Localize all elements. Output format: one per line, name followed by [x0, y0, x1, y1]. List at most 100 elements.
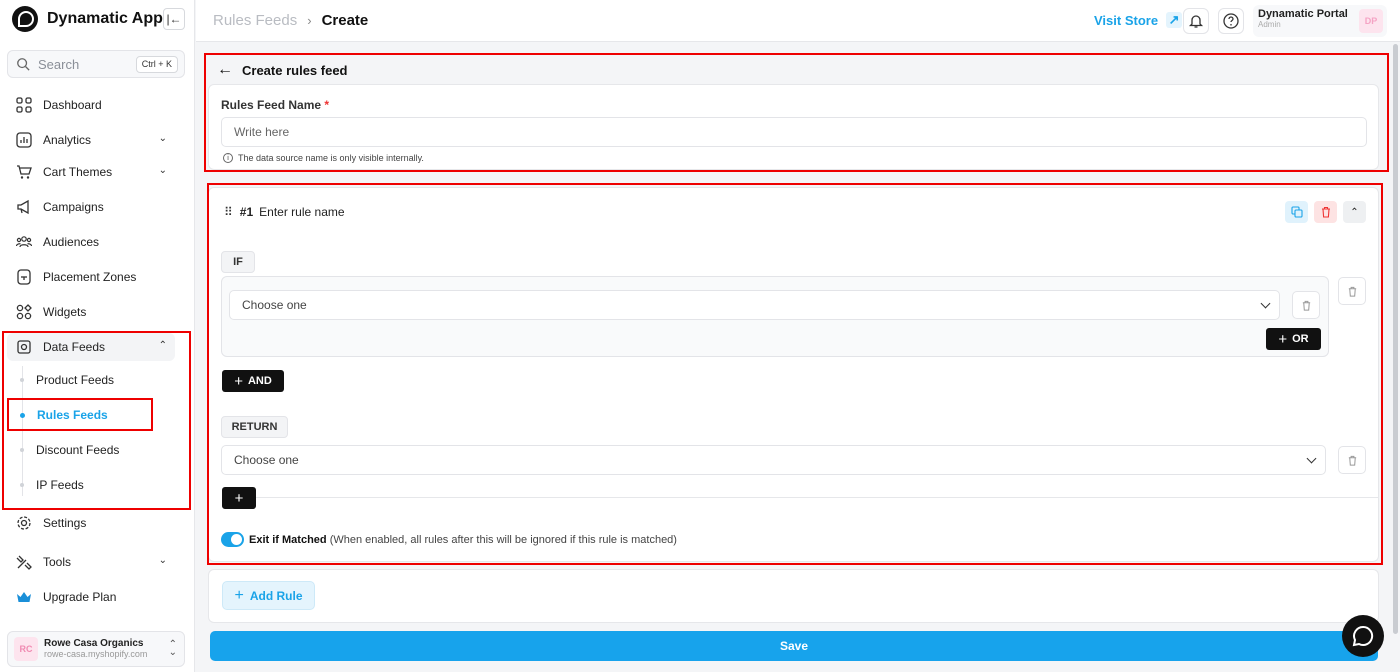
plus-icon: + — [234, 372, 243, 390]
help-icon — [1223, 13, 1239, 29]
trash-icon — [1302, 300, 1310, 311]
save-button[interactable]: Save — [210, 631, 1378, 661]
data-feed-icon — [15, 338, 33, 356]
sidebar-item-upgrade-plan[interactable]: Upgrade Plan — [7, 583, 175, 611]
collapse-rule-button[interactable]: ⌃ — [1343, 201, 1366, 223]
plus-icon: + — [234, 489, 244, 507]
store-switcher[interactable]: RC Rowe Casa Organics rowe-casa.myshopif… — [7, 631, 185, 667]
sidebar-subitem-label: Discount Feeds — [36, 443, 120, 457]
avatar: DP — [1359, 9, 1383, 33]
sidebar-item-label: Analytics — [43, 133, 92, 147]
widgets-icon — [15, 303, 33, 321]
delete-condition-button[interactable] — [1292, 291, 1320, 319]
divider — [256, 497, 1378, 498]
select-value: Choose one — [242, 298, 307, 312]
label-text: Rules Feed Name — [221, 98, 322, 112]
select-value: Choose one — [234, 453, 299, 467]
sidebar-item-widgets[interactable]: Widgets — [7, 298, 175, 326]
chart-icon — [15, 131, 33, 149]
sidebar-item-label: Settings — [43, 516, 87, 530]
sidebar-item-cart-themes[interactable]: Cart Themes ⌄ — [7, 158, 175, 186]
rule-card — [208, 187, 1379, 562]
chevron-down-icon — [1260, 298, 1271, 309]
users-icon — [15, 233, 33, 251]
bullet-icon — [20, 483, 24, 487]
chevron-down-icon: ⌄ — [158, 555, 167, 566]
visit-store-label: Visit Store — [1094, 12, 1159, 28]
sidebar: Dynamatic App |← Search Ctrl + K Dashboa… — [0, 0, 195, 672]
delete-rule-button[interactable] — [1314, 201, 1337, 223]
sidebar-subitem-discount-feeds[interactable]: Discount Feeds — [20, 439, 119, 461]
sidebar-subitem-rules-feeds[interactable]: Rules Feeds — [20, 404, 108, 426]
chat-bubble-icon — [1352, 625, 1374, 647]
exit-description: (When enabled, all rules after this will… — [329, 534, 677, 546]
delete-condition-group-button[interactable] — [1338, 277, 1366, 305]
sidebar-subitem-product-feeds[interactable]: Product Feeds — [20, 369, 114, 391]
duplicate-rule-button[interactable] — [1285, 201, 1308, 223]
store-domain: rowe-casa.myshopify.com — [44, 649, 148, 659]
store-name: Rowe Casa Organics — [44, 638, 144, 649]
sidebar-item-label: Upgrade Plan — [43, 590, 117, 604]
brand[interactable]: Dynamatic App — [12, 6, 187, 32]
chevron-down-icon: ⌄ — [158, 165, 167, 176]
exit-if-matched-label: Exit if Matched (When enabled, all rules… — [249, 534, 677, 546]
sidebar-item-audiences[interactable]: Audiences — [7, 228, 175, 256]
breadcrumb-current: Create — [321, 12, 369, 29]
sidebar-subitem-label: IP Feeds — [36, 478, 84, 492]
chevron-right-icon: › — [307, 13, 312, 28]
sidebar-item-settings[interactable]: Settings — [7, 509, 175, 537]
notifications-button[interactable] — [1183, 8, 1209, 34]
portal-account[interactable]: Dynamatic Portal Admin DP — [1253, 5, 1387, 37]
sidebar-item-data-feeds[interactable]: Data Feeds ⌃ — [7, 333, 175, 361]
help-button[interactable] — [1218, 8, 1244, 34]
input-placeholder: Write here — [234, 125, 290, 139]
sidebar-item-tools[interactable]: Tools ⌄ — [7, 548, 175, 576]
rule-name-input[interactable]: Enter rule name — [259, 205, 344, 219]
placement-icon — [15, 268, 33, 286]
and-label: AND — [247, 375, 272, 387]
condition-select[interactable]: Choose one — [229, 290, 1280, 320]
sidebar-item-placement-zones[interactable]: Placement Zones — [7, 263, 175, 291]
add-or-button[interactable]: + OR — [1266, 328, 1321, 350]
delete-return-button[interactable] — [1338, 446, 1366, 474]
arrow-left-icon[interactable]: ← — [217, 61, 233, 79]
sidebar-item-label: Campaigns — [43, 200, 104, 214]
drag-handle-icon[interactable]: ⠿ — [224, 205, 233, 219]
breadcrumb-parent[interactable]: Rules Feeds — [213, 12, 297, 29]
search-placeholder: Search — [38, 56, 80, 72]
chevron-updown-icon: ⌃ ⌄ — [168, 639, 177, 658]
rules-feed-name-label: Rules Feed Name * — [221, 98, 329, 112]
sidebar-item-label: Data Feeds — [43, 340, 106, 354]
chevron-up-icon: ⌃ — [1350, 206, 1359, 218]
sidebar-subitem-label: Rules Feeds — [37, 408, 108, 422]
page-scrollbar[interactable] — [1393, 44, 1398, 634]
grid-icon — [15, 96, 33, 114]
collapse-left-icon: |← — [166, 12, 182, 26]
store-avatar: RC — [14, 637, 38, 661]
sidebar-item-label: Cart Themes — [43, 165, 113, 179]
sidebar-item-analytics[interactable]: Analytics ⌄ — [7, 126, 175, 154]
page-title: ← Create rules feed — [217, 61, 348, 79]
sidebar-item-campaigns[interactable]: Campaigns — [7, 193, 175, 221]
return-tag: RETURN — [221, 416, 288, 438]
trash-icon — [1348, 455, 1356, 466]
chevron-down-icon: ⌄ — [158, 133, 167, 144]
sidebar-item-label: Audiences — [43, 235, 100, 249]
add-and-button[interactable]: + AND — [222, 370, 284, 392]
add-rule-button[interactable]: + Add Rule — [222, 581, 315, 610]
visit-store-link[interactable]: Visit Store ↗ — [1094, 12, 1183, 28]
gear-icon — [15, 514, 33, 532]
rules-feed-name-input[interactable]: Write here — [221, 117, 1367, 147]
trash-icon — [1348, 286, 1356, 297]
hint-text: The data source name is only visible int… — [238, 153, 424, 163]
return-select[interactable]: Choose one — [221, 445, 1326, 475]
add-return-button[interactable]: + — [222, 487, 256, 509]
sidebar-item-label: Dashboard — [43, 98, 102, 112]
sidebar-subitem-ip-feeds[interactable]: IP Feeds — [20, 474, 84, 496]
chat-button[interactable] — [1342, 615, 1384, 657]
bullet-icon — [20, 378, 24, 382]
collapse-sidebar-button[interactable]: |← — [163, 8, 185, 30]
sidebar-item-dashboard[interactable]: Dashboard — [7, 91, 175, 119]
sidebar-search[interactable]: Search Ctrl + K — [7, 50, 185, 78]
exit-if-matched-toggle[interactable] — [221, 532, 244, 547]
